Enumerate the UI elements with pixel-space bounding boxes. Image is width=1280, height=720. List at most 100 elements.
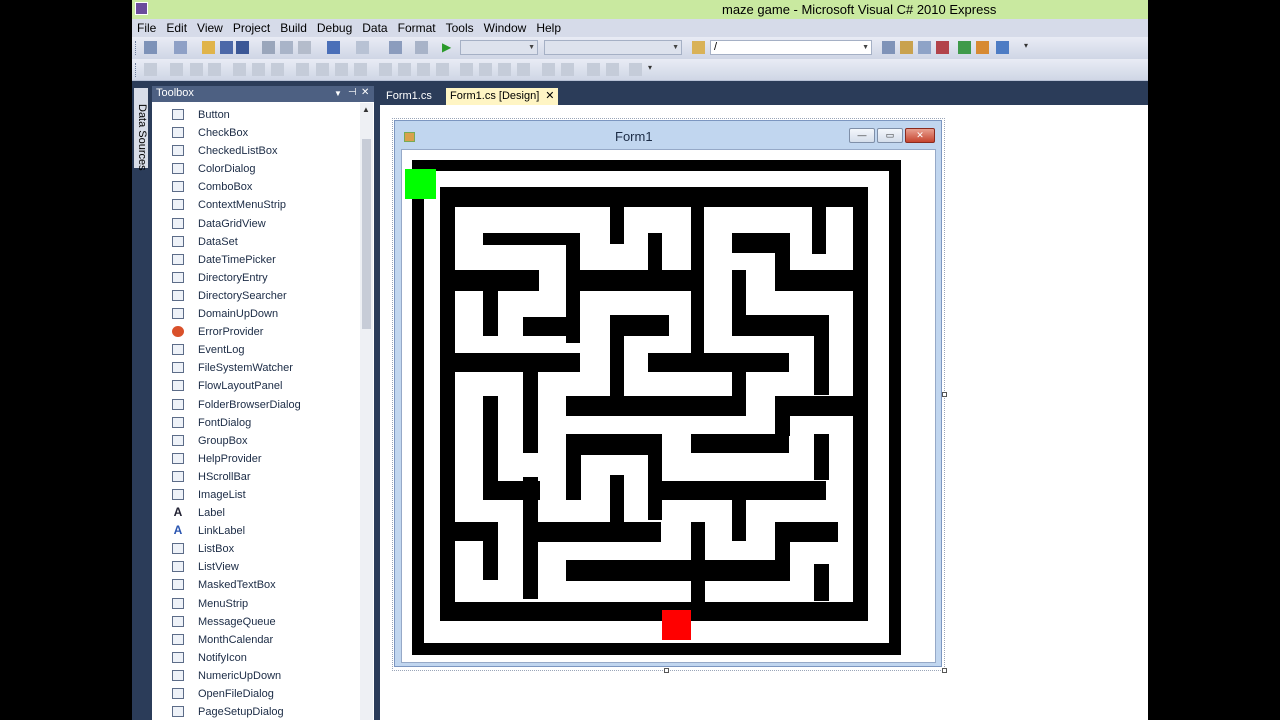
make-same-size-icon[interactable] — [335, 63, 348, 76]
find-combo[interactable]: / ▼ — [710, 40, 872, 55]
align-centers-icon[interactable] — [190, 63, 203, 76]
increase-vertical-spacing-icon[interactable] — [479, 63, 492, 76]
center-horizontally-icon[interactable] — [542, 63, 555, 76]
toolbox-item[interactable]: FlowLayoutPanel — [152, 377, 356, 395]
toolbox-item[interactable]: DirectoryEntry — [152, 269, 356, 287]
toolbox-item[interactable]: DateTimePicker — [152, 251, 356, 269]
make-same-height-icon[interactable] — [316, 63, 329, 76]
toolbox-item[interactable]: HScrollBar — [152, 468, 356, 486]
configuration-combo[interactable]: ▼ — [460, 40, 538, 55]
menu-debug[interactable]: Debug — [312, 19, 357, 36]
save-all-icon[interactable] — [236, 41, 249, 54]
menu-view[interactable]: View — [192, 19, 228, 36]
toolbox-item[interactable]: ComboBox — [152, 178, 356, 196]
remove-vertical-spacing-icon[interactable] — [517, 63, 530, 76]
toolbox-item[interactable]: ListBox — [152, 540, 356, 558]
find-in-files-icon[interactable] — [692, 41, 705, 54]
toolbox-item[interactable]: GroupBox — [152, 432, 356, 450]
make-same-width-icon[interactable] — [296, 63, 309, 76]
vertical-spacing-equal-icon[interactable] — [460, 63, 473, 76]
toolbox-item[interactable]: OpenFileDialog — [152, 685, 356, 703]
toolbox-item[interactable]: NumericUpDown — [152, 667, 356, 685]
menu-format[interactable]: Format — [393, 19, 441, 36]
scroll-up-icon[interactable]: ▲ — [362, 105, 370, 114]
align-lefts-icon[interactable] — [170, 63, 183, 76]
menu-window[interactable]: Window — [479, 19, 532, 36]
toolbox-item[interactable]: CheckedListBox — [152, 142, 356, 160]
toolbox-item[interactable]: ImageList — [152, 486, 356, 504]
form1-window[interactable]: Form1 — ▭ ✕ — [394, 120, 942, 667]
menu-help[interactable]: Help — [531, 19, 566, 36]
toolbox-item[interactable]: PageSetupDialog — [152, 703, 356, 720]
redo-icon[interactable] — [356, 41, 369, 54]
toolbox-item[interactable]: DataSet — [152, 233, 356, 251]
save-icon[interactable] — [220, 41, 233, 54]
start-debugging-icon[interactable]: ▶ — [442, 41, 455, 54]
toolbox-item[interactable]: CheckBox — [152, 124, 356, 142]
increase-horizontal-spacing-icon[interactable] — [398, 63, 411, 76]
window-position-icon[interactable]: ▼ — [334, 89, 342, 98]
undo-icon[interactable] — [327, 41, 340, 54]
resize-handle-bottom[interactable] — [664, 668, 669, 673]
toolbox-item[interactable]: A LinkLabel — [152, 522, 356, 540]
toolbox-item[interactable]: MenuStrip — [152, 595, 356, 613]
toolbox-item[interactable]: EventLog — [152, 341, 356, 359]
toolbar-grip[interactable] — [135, 63, 139, 77]
toolbox-item[interactable]: FileSystemWatcher — [152, 359, 356, 377]
send-to-back-icon[interactable] — [606, 63, 619, 76]
toolbox-scrollbar[interactable]: ▲ — [360, 103, 373, 720]
bring-to-front-icon[interactable] — [587, 63, 600, 76]
object-browser-icon[interactable] — [918, 41, 931, 54]
align-tops-icon[interactable] — [233, 63, 246, 76]
remove-horizontal-spacing-icon[interactable] — [436, 63, 449, 76]
resize-handle-corner[interactable] — [942, 668, 947, 673]
align-to-grid-icon[interactable] — [144, 63, 157, 76]
toolbox-item[interactable]: FontDialog — [152, 414, 356, 432]
toolbox-item[interactable]: Button — [152, 106, 356, 124]
toolbox-item[interactable]: ErrorProvider — [152, 323, 356, 341]
toolbar-grip[interactable] — [135, 41, 139, 55]
navigate-backward-icon[interactable] — [389, 41, 402, 54]
maximize-button[interactable]: ▭ — [877, 128, 903, 143]
toolbox-item[interactable]: ColorDialog — [152, 160, 356, 178]
properties-window-icon[interactable] — [900, 41, 913, 54]
toolbox-item[interactable]: MonthCalendar — [152, 631, 356, 649]
solution-explorer-icon[interactable] — [882, 41, 895, 54]
align-rights-icon[interactable] — [208, 63, 221, 76]
toolbox-item[interactable]: ListView — [152, 558, 356, 576]
toolbox-item[interactable]: HelpProvider — [152, 450, 356, 468]
extension-manager-icon[interactable] — [976, 41, 989, 54]
more-windows-icon[interactable] — [996, 41, 1009, 54]
toolbox-item[interactable]: DataGridView — [152, 215, 356, 233]
toolbox-item[interactable]: MaskedTextBox — [152, 576, 356, 594]
size-to-grid-icon[interactable] — [354, 63, 367, 76]
horizontal-spacing-equal-icon[interactable] — [379, 63, 392, 76]
copy-icon[interactable] — [280, 41, 293, 54]
data-sources-tab[interactable]: Data Sources — [134, 88, 148, 171]
resize-handle-right[interactable] — [942, 392, 947, 397]
tab-form1-design[interactable]: Form1.cs [Design] ✕ — [446, 88, 559, 105]
toolbox-item[interactable]: ContextMenuStrip — [152, 196, 356, 214]
menu-project[interactable]: Project — [228, 19, 275, 36]
menu-file[interactable]: File — [132, 19, 161, 36]
cut-icon[interactable] — [262, 41, 275, 54]
toolbox-item[interactable]: A Label — [152, 504, 356, 522]
decrease-vertical-spacing-icon[interactable] — [498, 63, 511, 76]
toolbox-item[interactable]: FolderBrowserDialog — [152, 396, 356, 414]
toolbar-options-icon[interactable]: ▾ — [1024, 41, 1037, 54]
toolbox-item[interactable]: DomainUpDown — [152, 305, 356, 323]
close-icon[interactable]: ✕ — [361, 87, 369, 98]
open-folder-icon[interactable] — [202, 41, 215, 54]
decrease-horizontal-spacing-icon[interactable] — [417, 63, 430, 76]
tab-order-icon[interactable] — [629, 63, 642, 76]
navigate-forward-icon[interactable] — [415, 41, 428, 54]
auto-hide-pin-icon[interactable]: ⊣ — [348, 87, 357, 98]
menu-build[interactable]: Build — [275, 19, 312, 36]
tab-form1-cs[interactable]: Form1.cs — [382, 88, 436, 105]
close-button[interactable]: ✕ — [905, 128, 935, 143]
scrollbar-thumb[interactable] — [362, 139, 371, 329]
toolbox-item[interactable]: DirectorySearcher — [152, 287, 356, 305]
add-item-icon[interactable] — [174, 41, 187, 54]
center-vertically-icon[interactable] — [561, 63, 574, 76]
platform-combo[interactable]: ▼ — [544, 40, 682, 55]
